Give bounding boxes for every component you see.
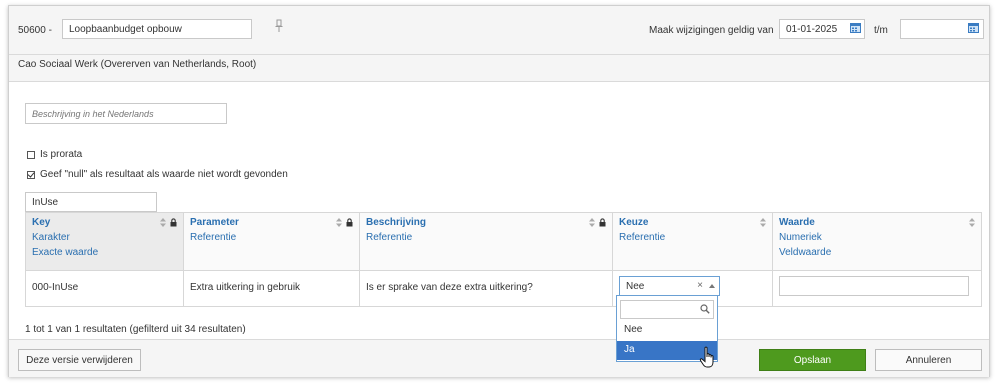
column-header-parameter[interactable]: Parameter Referentie (183, 212, 360, 271)
chevron-up-icon[interactable] (709, 284, 715, 288)
sort-icon[interactable] (589, 218, 595, 227)
column-type: Numeriek (779, 232, 822, 243)
column-title: Key (32, 217, 51, 228)
footer-bar: Deze versie verwijderen Opslaan Annulere… (9, 339, 989, 377)
results-summary: 1 tot 1 van 1 resultaten (gefilterd uit … (25, 324, 246, 335)
sort-icon[interactable] (336, 218, 342, 227)
code-label: 50600 - (18, 25, 52, 36)
value-input[interactable] (779, 276, 969, 296)
value-cell (772, 270, 982, 307)
column-header-choice[interactable]: Keuze Referentie (612, 212, 773, 271)
edit-panel: 50600 - Maak wijzigingen geldig van t/m (8, 5, 990, 377)
divider (9, 54, 989, 55)
prorata-checkbox[interactable] (27, 150, 35, 159)
prorata-option[interactable]: Is prorata (27, 149, 82, 160)
null-result-label: Geef "null" als resultaat als waarde nie… (40, 169, 288, 180)
sort-icon[interactable] (969, 218, 975, 227)
choice-selected-value: Nee (626, 281, 645, 292)
until-label: t/m (874, 25, 888, 36)
key-cell: 000-InUse (25, 270, 184, 307)
delete-version-button[interactable]: Deze versie verwijderen (18, 349, 141, 371)
lock-icon[interactable] (170, 218, 177, 227)
column-title: Keuze (619, 217, 649, 228)
hand-cursor-icon (699, 346, 714, 368)
table-row: 000-InUse Extra uitkering in gebruik Is … (25, 270, 982, 307)
content-area: Is prorata Geef "null" als resultaat als… (9, 82, 989, 339)
column-type: Referentie (619, 232, 666, 243)
description-cell: Is er sprake van deze extra uitkering? (359, 270, 613, 307)
dropdown-search-input[interactable] (620, 300, 714, 319)
calendar-icon[interactable] (850, 22, 861, 33)
parameter-table: Key Karakter Exacte waarde Parameter Ref… (25, 212, 982, 307)
null-result-checkbox[interactable] (27, 170, 35, 179)
dropdown-option-nee[interactable]: Nee (617, 321, 717, 340)
cao-subtitle: Cao Sociaal Werk (Overerven van Netherla… (18, 59, 257, 70)
filter-input[interactable] (25, 192, 157, 212)
column-match: Exacte waarde (32, 247, 99, 258)
choice-select[interactable]: Nee × (619, 276, 720, 296)
save-button[interactable]: Opslaan (759, 349, 866, 371)
column-title: Beschrijving (366, 217, 427, 228)
search-icon (700, 304, 710, 314)
column-title: Parameter (190, 217, 239, 228)
calendar-icon[interactable] (968, 22, 979, 33)
clear-icon[interactable]: × (697, 280, 703, 291)
sort-icon[interactable] (160, 218, 166, 227)
column-header-value[interactable]: Waarde Numeriek Veldwaarde (772, 212, 982, 271)
pin-icon[interactable] (275, 19, 283, 33)
sort-icon[interactable] (760, 218, 766, 227)
column-type: Referentie (190, 232, 237, 243)
null-result-option[interactable]: Geef "null" als resultaat als waarde nie… (27, 169, 288, 180)
column-title: Waarde (779, 217, 815, 228)
parameter-cell: Extra uitkering in gebruik (183, 270, 360, 307)
column-type: Karakter (32, 232, 70, 243)
lock-icon[interactable] (599, 218, 606, 227)
column-header-key[interactable]: Key Karakter Exacte waarde (25, 212, 184, 271)
cancel-button[interactable]: Annuleren (875, 349, 982, 371)
name-input[interactable] (62, 19, 252, 39)
header-bar: 50600 - Maak wijzigingen geldig van t/m (9, 6, 989, 54)
prorata-label: Is prorata (40, 149, 83, 160)
column-field: Veldwaarde (779, 247, 832, 258)
table-header-row: Key Karakter Exacte waarde Parameter Ref… (25, 212, 982, 271)
column-type: Referentie (366, 232, 413, 243)
valid-from-label: Maak wijzigingen geldig van (649, 25, 774, 36)
lock-icon[interactable] (346, 218, 353, 227)
column-header-description[interactable]: Beschrijving Referentie (359, 212, 613, 271)
description-input[interactable] (25, 103, 227, 124)
